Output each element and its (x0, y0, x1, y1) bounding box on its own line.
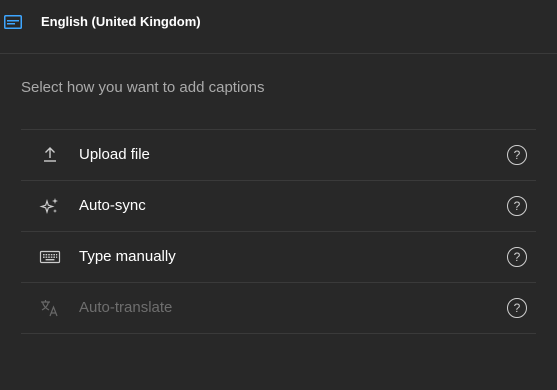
auto-sync-option[interactable]: Auto-sync ? (21, 181, 536, 232)
subtitles-icon (4, 14, 22, 30)
help-icon[interactable]: ? (507, 298, 527, 318)
help-icon[interactable]: ? (507, 196, 527, 216)
help-icon[interactable]: ? (507, 145, 527, 165)
upload-file-option[interactable]: Upload file ? (21, 130, 536, 181)
caption-method-prompt: Select how you want to add captions (21, 79, 265, 96)
upload-icon (39, 144, 61, 166)
keyboard-icon (39, 246, 61, 268)
type-manually-label: Type manually (79, 248, 176, 265)
upload-file-label: Upload file (79, 146, 150, 163)
auto-translate-option: Auto-translate ? (21, 283, 536, 334)
type-manually-option[interactable]: Type manually ? (21, 232, 536, 283)
translate-icon (39, 297, 61, 319)
help-icon[interactable]: ? (507, 247, 527, 267)
sparkle-icon (39, 195, 61, 217)
caption-language-header: English (United Kingdom) (0, 0, 557, 54)
language-name: English (United Kingdom) (41, 14, 201, 29)
caption-method-list: Upload file ? Auto-sync ? Type manually … (21, 129, 536, 334)
auto-sync-label: Auto-sync (79, 197, 146, 214)
auto-translate-label: Auto-translate (79, 299, 173, 316)
